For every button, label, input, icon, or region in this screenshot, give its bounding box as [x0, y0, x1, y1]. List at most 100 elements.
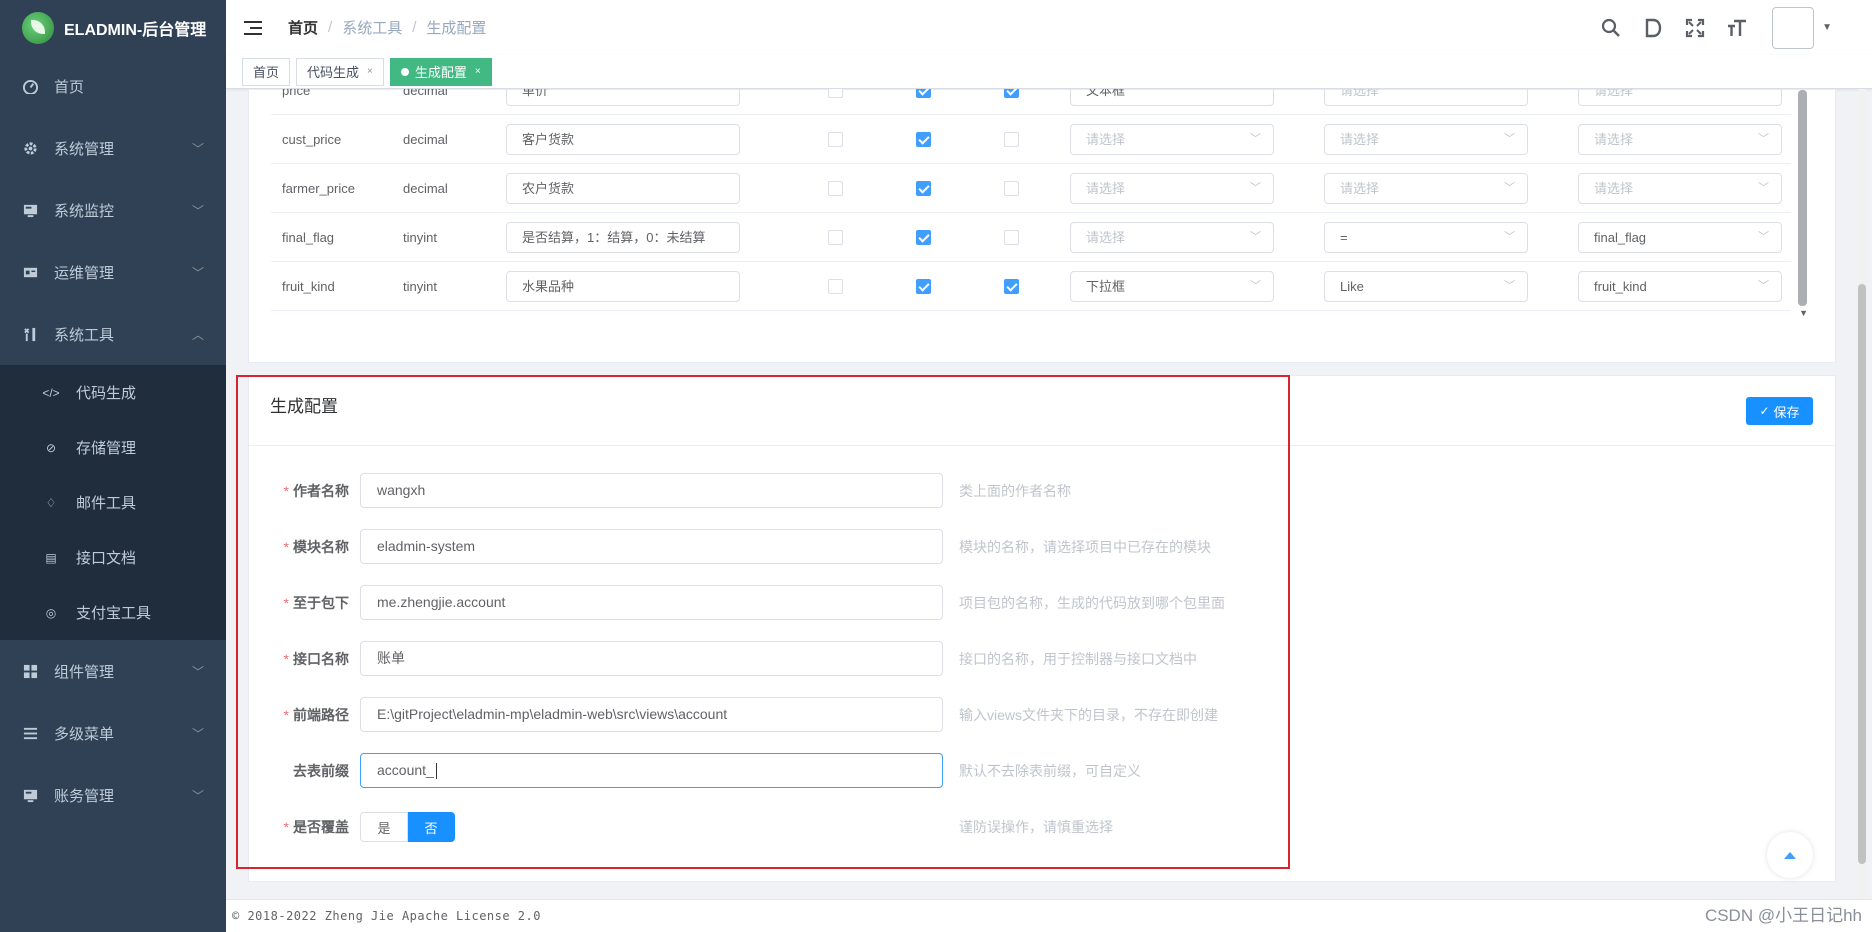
cover-no-button[interactable]: 否: [408, 812, 455, 842]
table-scrollbar[interactable]: [1798, 90, 1807, 306]
cover-yes-button[interactable]: 是: [360, 812, 408, 842]
form-type-value: 请选择: [1086, 132, 1126, 147]
sidebar-item-multilevel[interactable]: 多级菜单 ﹀: [0, 702, 226, 764]
sidebar-item-label: 存储管理: [76, 440, 137, 457]
form-show-checkbox[interactable]: [1004, 181, 1019, 196]
logo-icon: [22, 11, 54, 44]
form-type-select[interactable]: 下拉框 ﹀: [1070, 271, 1274, 302]
logo[interactable]: ELADMIN-后台管理: [0, 0, 226, 55]
list-show-checkbox[interactable]: [916, 181, 931, 196]
sidebar-subitem-codegen[interactable]: </> 代码生成: [0, 365, 226, 420]
sidebar-subitem-alipay[interactable]: ◎ 支付宝工具: [0, 585, 226, 640]
dict-select[interactable]: final_flag ﹀: [1578, 222, 1782, 253]
dict-select[interactable]: 请选择 ﹀: [1578, 173, 1782, 204]
breadcrumb-current: 生成配置: [426, 20, 487, 37]
list-show-checkbox[interactable]: [916, 89, 931, 98]
breadcrumb-home[interactable]: 首页: [288, 17, 318, 38]
tag-gen-config[interactable]: 生成配置 ×: [389, 57, 492, 86]
form-label: * 作者名称: [275, 473, 349, 509]
remark-input[interactable]: 客户货款: [506, 124, 740, 155]
dict-select[interactable]: fruit_kind ﹀: [1578, 271, 1782, 302]
save-button[interactable]: ✓ 保存: [1746, 397, 1813, 425]
module-input[interactable]: eladmin-system: [360, 529, 943, 564]
tag-codegen[interactable]: 代码生成 ×: [296, 57, 384, 86]
dict-value: 请选择: [1594, 181, 1634, 196]
avatar[interactable]: [1772, 6, 1815, 49]
sidebar-item-monitor[interactable]: 系统监控 ﹀: [0, 179, 226, 241]
form-type-select[interactable]: 请选择 ﹀: [1070, 222, 1274, 253]
tools-icon: [22, 326, 38, 342]
doc-link-icon[interactable]: [1642, 17, 1664, 39]
chevron-down-icon: ﹀: [191, 141, 204, 156]
sidebar-item-tools[interactable]: 系统工具 ︿: [0, 303, 226, 365]
table-prefix-input[interactable]: account_: [360, 753, 943, 788]
close-icon[interactable]: ×: [367, 66, 373, 77]
form-row-author: * 作者名称 wangxh 类上面的作者名称: [249, 473, 1249, 509]
sidebar-item-ops[interactable]: 运维管理 ﹀: [0, 241, 226, 303]
form-label-text: 模块名称: [293, 539, 349, 555]
sidebar-item-label: 接口文档: [76, 550, 137, 567]
search-icon[interactable]: [1600, 17, 1622, 39]
chevron-down-icon: ﹀: [191, 265, 204, 280]
not-null-checkbox[interactable]: [828, 230, 843, 245]
query-type-select[interactable]: 请选择 ﹀: [1324, 89, 1528, 106]
back-to-top-button[interactable]: [1767, 832, 1813, 878]
query-type-select[interactable]: = ﹀: [1324, 222, 1528, 253]
not-null-checkbox[interactable]: [828, 279, 843, 294]
remark-input[interactable]: 单价: [506, 89, 740, 106]
chevron-down-icon: ﹀: [1504, 280, 1515, 292]
column-name: final_flag: [282, 230, 335, 245]
form-type-value: 请选择: [1086, 230, 1126, 245]
chevron-down-icon: ﹀: [1250, 133, 1261, 145]
sidebar-subitem-apidoc[interactable]: ▤ 接口文档: [0, 530, 226, 585]
chevron-down-icon: ﹀: [191, 726, 204, 741]
api-name-input[interactable]: 账单: [360, 641, 943, 676]
sidebar-item-system[interactable]: 系统管理 ﹀: [0, 117, 226, 179]
dashboard-icon: [22, 78, 38, 94]
remark-input[interactable]: 是否结算，1：结算，0：未结算: [506, 222, 740, 253]
sidebar-item-home[interactable]: 首页: [0, 55, 226, 117]
query-type-select[interactable]: Like ﹀: [1324, 271, 1528, 302]
caret-down-icon[interactable]: ▼: [1822, 22, 1832, 33]
fullscreen-icon[interactable]: [1684, 17, 1706, 39]
breadcrumb-tools[interactable]: 系统工具: [342, 17, 402, 38]
doc-icon: ▤: [45, 550, 57, 565]
scroll-down-icon[interactable]: ▼: [1799, 308, 1808, 318]
not-null-checkbox[interactable]: [828, 89, 843, 98]
form-type-select[interactable]: 文本框 ﹀: [1070, 89, 1274, 106]
dict-select[interactable]: 请选择 ﹀: [1578, 124, 1782, 155]
author-input[interactable]: wangxh: [360, 473, 943, 508]
remark-input[interactable]: 农户货款: [506, 173, 740, 204]
form-show-checkbox[interactable]: [1004, 132, 1019, 147]
dict-select[interactable]: 请选择 ﹀: [1578, 89, 1782, 106]
close-icon[interactable]: ×: [475, 66, 481, 77]
sidebar-item-components[interactable]: 组件管理 ﹀: [0, 640, 226, 702]
sidebar-item-accounts[interactable]: 账务管理 ﹀: [0, 764, 226, 826]
not-null-checkbox[interactable]: [828, 132, 843, 147]
code-icon: </>: [42, 385, 60, 400]
list-show-checkbox[interactable]: [916, 279, 931, 294]
query-type-select[interactable]: 请选择 ﹀: [1324, 173, 1528, 204]
remark-input[interactable]: 水果品种: [506, 271, 740, 302]
list-show-checkbox[interactable]: [916, 230, 931, 245]
sidebar-subitem-email[interactable]: ♢ 邮件工具: [0, 475, 226, 530]
column-type: tinyint: [403, 279, 437, 294]
form-type-select[interactable]: 请选择 ﹀: [1070, 173, 1274, 204]
package-input[interactable]: me.zhengjie.account: [360, 585, 943, 620]
page-scrollbar[interactable]: [1858, 89, 1866, 899]
scrollbar-thumb[interactable]: [1858, 284, 1866, 864]
form-type-select[interactable]: 请选择 ﹀: [1070, 124, 1274, 155]
form-show-checkbox[interactable]: [1004, 279, 1019, 294]
font-size-icon[interactable]: [1726, 17, 1748, 39]
query-type-select[interactable]: 请选择 ﹀: [1324, 124, 1528, 155]
table-row: final_flag tinyint 是否结算，1：结算，0：未结算 请选择 ﹀ …: [271, 213, 1791, 262]
tag-home[interactable]: 首页: [242, 57, 291, 86]
form-show-checkbox[interactable]: [1004, 230, 1019, 245]
frontend-path-input[interactable]: E:\gitProject\eladmin-mp\eladmin-web\src…: [360, 697, 943, 732]
form-row-module: * 模块名称 eladmin-system 模块的名称，请选择项目中已存在的模块: [249, 529, 1249, 565]
not-null-checkbox[interactable]: [828, 181, 843, 196]
sidebar-subitem-storage[interactable]: ⊘ 存储管理: [0, 420, 226, 475]
form-show-checkbox[interactable]: [1004, 89, 1019, 98]
list-show-checkbox[interactable]: [916, 132, 931, 147]
hamburger-icon[interactable]: [244, 20, 264, 36]
